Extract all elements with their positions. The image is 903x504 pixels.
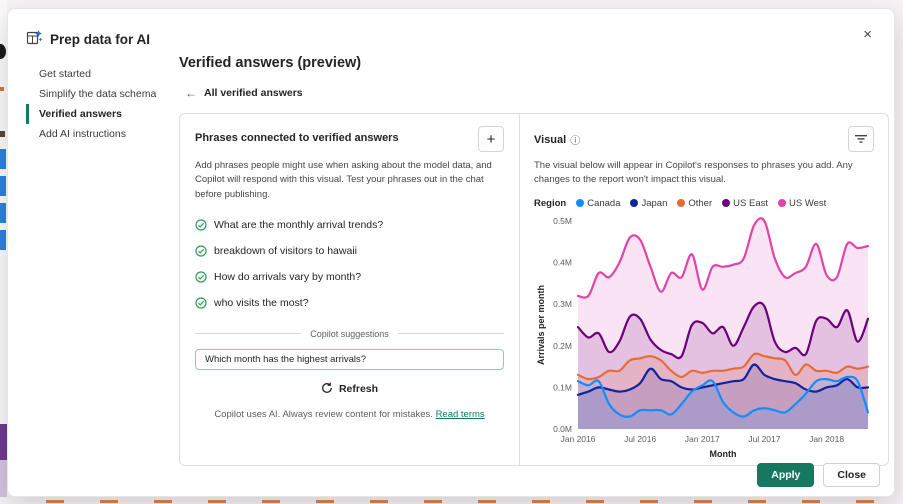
visual-panel-description: The visual below will appear in Copilot'…	[534, 159, 874, 188]
dialog-footer: Apply Close	[757, 463, 880, 487]
dialog-header: Prep data for AI	[26, 29, 150, 50]
check-circle-icon	[195, 245, 207, 257]
svg-text:0.2M: 0.2M	[553, 340, 572, 350]
copilot-suggestions-label: Copilot suggestions	[310, 329, 389, 339]
svg-text:0.5M: 0.5M	[553, 216, 572, 226]
legend-label: Japan	[641, 198, 667, 209]
sidebar: Get startedSimplify the data schemaVerif…	[26, 64, 174, 144]
background-page-bottom-edge	[0, 497, 903, 504]
sidebar-item-verified-answers[interactable]: Verified answers	[26, 104, 174, 124]
background-artifact	[0, 424, 7, 462]
check-circle-icon	[195, 297, 207, 309]
phrase-list: What are the monthly arrival trends? brea…	[195, 212, 504, 316]
svg-text:Jul 2017: Jul 2017	[748, 434, 780, 444]
back-to-all-verified-answers-link[interactable]: ← All verified answers	[185, 86, 303, 100]
background-page-left-edge	[0, 0, 7, 504]
svg-text:0.3M: 0.3M	[553, 299, 572, 309]
visual-panel-title: Visual	[534, 134, 566, 146]
refresh-label: Refresh	[339, 383, 378, 395]
svg-text:Month: Month	[710, 449, 737, 459]
close-button[interactable]: Close	[823, 463, 880, 487]
phrases-panel: Phrases connected to verified answers + …	[180, 114, 520, 465]
phrase-text: How do arrivals vary by month?	[214, 271, 361, 283]
phrase-item[interactable]: who visits the most?	[195, 290, 504, 316]
refresh-icon	[321, 382, 333, 397]
prep-data-for-ai-icon	[26, 29, 42, 50]
legend-item-us-east[interactable]: US East	[722, 198, 768, 209]
info-icon[interactable]: ⓘ	[570, 132, 580, 147]
chart-legend: Region Canada Japan Other US East US West	[534, 198, 874, 209]
phrase-item[interactable]: What are the monthly arrival trends?	[195, 212, 504, 238]
main-content: Verified answers (preview) ← All verifie…	[179, 55, 896, 466]
phrase-text: who visits the most?	[214, 297, 309, 309]
svg-text:Jan 2017: Jan 2017	[685, 434, 720, 444]
legend-label: Canada	[587, 198, 620, 209]
add-phrase-button[interactable]: +	[478, 126, 504, 152]
check-circle-icon	[195, 271, 207, 283]
plus-icon: +	[487, 131, 496, 148]
legend-label: Other	[688, 198, 712, 209]
sidebar-item-get-started[interactable]: Get started	[26, 64, 174, 84]
background-artifact	[0, 131, 5, 137]
sidebar-item-simplify-the-data-schema[interactable]: Simplify the data schema	[26, 84, 174, 104]
svg-text:Jul 2016: Jul 2016	[624, 434, 656, 444]
legend-dot	[677, 199, 685, 207]
divider-line	[398, 333, 504, 334]
legend-dot	[576, 199, 584, 207]
refresh-button[interactable]: Refresh	[321, 382, 378, 397]
divider-line	[195, 333, 301, 334]
background-artifact	[10, 500, 903, 503]
verified-answer-card: Phrases connected to verified answers + …	[179, 113, 889, 466]
legend-item-other[interactable]: Other	[677, 198, 712, 209]
copilot-suggestions-divider: Copilot suggestions	[195, 329, 504, 339]
back-arrow-icon: ←	[185, 86, 197, 100]
disclaimer-text: Copilot uses AI. Always review content f…	[214, 409, 433, 420]
legend-dot	[722, 199, 730, 207]
legend-label: US East	[733, 198, 768, 209]
legend-dot	[778, 199, 786, 207]
svg-text:0.1M: 0.1M	[553, 382, 572, 392]
legend-item-canada[interactable]: Canada	[576, 198, 620, 209]
filter-button[interactable]	[848, 126, 874, 152]
prep-data-for-ai-dialog: Prep data for AI × Get startedSimplify t…	[7, 8, 895, 497]
phrase-item[interactable]: How do arrivals vary by month?	[195, 264, 504, 290]
check-circle-icon	[195, 219, 207, 231]
copilot-disclaimer: Copilot uses AI. Always review content f…	[195, 409, 504, 420]
apply-button[interactable]: Apply	[757, 463, 814, 487]
phrase-text: breakdown of visitors to hawaii	[214, 245, 357, 257]
legend-title: Region	[534, 198, 566, 209]
svg-text:Arrivals per month: Arrivals per month	[536, 284, 546, 364]
legend-item-us-west[interactable]: US West	[778, 198, 826, 209]
legend-dot	[630, 199, 638, 207]
close-icon[interactable]: ×	[863, 27, 872, 42]
visual-panel: Visual ⓘ The visual below will	[520, 114, 888, 465]
dialog-title: Prep data for AI	[50, 32, 150, 47]
page-title: Verified answers (preview)	[179, 55, 896, 71]
phrases-panel-description: Add phrases people might use when asking…	[195, 159, 504, 202]
background-artifact	[0, 149, 6, 253]
svg-text:0.0M: 0.0M	[553, 424, 572, 434]
phrase-item[interactable]: breakdown of visitors to hawaii	[195, 238, 504, 264]
suggested-phrase-input[interactable]	[195, 349, 504, 370]
phrase-text: What are the monthly arrival trends?	[214, 219, 383, 231]
background-artifact	[0, 44, 6, 59]
background-artifact	[0, 87, 4, 91]
legend-label: US West	[789, 198, 826, 209]
read-terms-link[interactable]: Read terms	[436, 409, 485, 420]
svg-text:Jan 2018: Jan 2018	[809, 434, 844, 444]
filter-icon	[855, 131, 867, 148]
arrivals-area-chart[interactable]: 0.0M 0.1M 0.2M 0.3M 0.4M 0.5M Jan 2016 Jul 2016…	[534, 213, 874, 470]
sidebar-item-add-ai-instructions[interactable]: Add AI instructions	[26, 124, 174, 144]
legend-item-japan[interactable]: Japan	[630, 198, 667, 209]
phrases-panel-title: Phrases connected to verified answers	[195, 126, 399, 144]
svg-text:0.4M: 0.4M	[553, 257, 572, 267]
svg-text:Jan 2016: Jan 2016	[561, 434, 596, 444]
back-link-label: All verified answers	[204, 87, 303, 99]
